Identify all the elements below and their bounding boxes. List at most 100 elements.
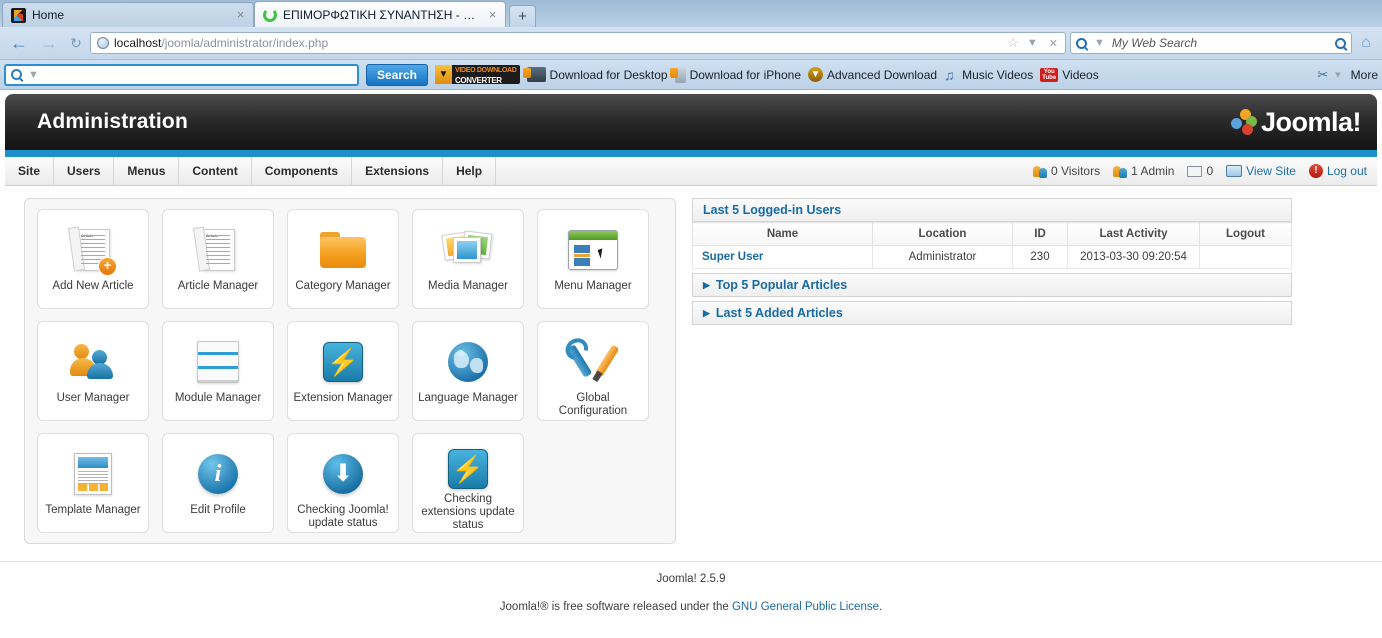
menu-item-components[interactable]: Components — [252, 157, 353, 185]
bolt-icon: ⚡ — [448, 446, 488, 491]
status-messages[interactable]: 0 — [1187, 164, 1213, 178]
gpl-license-link[interactable]: GNU General Public License — [732, 601, 879, 613]
forward-button[interactable]: → — [36, 33, 62, 54]
addon-more-button[interactable]: More — [1351, 68, 1380, 82]
addon-advanced-download[interactable]: ▼ Advanced Download — [808, 67, 937, 82]
addon-music-videos[interactable]: ♫ Music Videos — [944, 68, 1033, 82]
quickicon-module-manager[interactable]: Module Manager — [162, 321, 274, 421]
video-download-converter-logo[interactable]: ▼ VIDEO DOWNLOAD CONVERTER — [435, 65, 520, 84]
addon-label: Videos — [1062, 67, 1099, 82]
quickicon-template-manager[interactable]: Template Manager — [37, 433, 149, 533]
quickicon-global-configuration[interactable]: Global Configuration — [537, 321, 649, 421]
new-tab-button[interactable]: + — [509, 5, 536, 27]
tab-close-icon[interactable]: × — [234, 8, 247, 21]
url-text: localhost/joomla/administrator/index.php — [114, 36, 1002, 50]
menu-item-site[interactable]: Site — [5, 157, 55, 185]
browser-tab-home[interactable]: Home × — [2, 2, 254, 27]
status-view-site[interactable]: View Site — [1226, 164, 1296, 178]
column-last-activity: Last Activity — [1067, 222, 1200, 246]
addon-more-label: More — [1350, 67, 1378, 82]
cell-last-activity: 2013-03-30 09:20:54 — [1067, 245, 1200, 269]
reload-button[interactable]: ↻ — [66, 35, 86, 52]
license-line: Joomla!® is free software released under… — [0, 601, 1382, 613]
new-article-icon: Article+ — [76, 222, 117, 278]
quickicon-label: Menu Manager — [554, 280, 632, 292]
stop-loading-icon[interactable]: ✕ — [1046, 37, 1061, 50]
cell-location: Administrator — [872, 245, 1013, 269]
quickicon-media-manager[interactable]: Media Manager — [412, 209, 524, 309]
menu-item-content[interactable]: Content — [179, 157, 252, 185]
article-manager-icon: Article — [201, 222, 235, 278]
status-admins[interactable]: 1 Admin — [1113, 164, 1174, 178]
bookmark-star-icon[interactable]: ☆ — [1007, 35, 1019, 51]
quickicon-label: Category Manager — [295, 280, 391, 292]
users-icon — [70, 334, 116, 390]
column-id: ID — [1012, 222, 1068, 246]
joomla-version: Joomla! 2.5.9 — [656, 573, 726, 585]
quickicon-category-manager[interactable]: Category Manager — [287, 209, 399, 309]
module-header-popular-articles[interactable]: ▶ Top 5 Popular Articles — [692, 273, 1292, 297]
addon-videos[interactable]: You Tube Videos — [1040, 67, 1099, 82]
quickicon-edit-profile[interactable]: i Edit Profile — [162, 433, 274, 533]
cell-name[interactable]: Super User — [692, 245, 873, 269]
brand-line-2: CONVERTER — [455, 76, 502, 85]
chevron-down-icon[interactable]: ▼ — [1091, 37, 1108, 49]
chevron-down-icon[interactable]: ▼ — [1024, 37, 1041, 49]
back-button[interactable]: ← — [6, 33, 32, 54]
addon-label: Download for iPhone — [689, 67, 801, 82]
browser-search-bar[interactable]: ▼ My Web Search — [1070, 32, 1352, 54]
tab-title: ΕΠΙΜΟΡΦΩΤΙΚΗ ΣΥΝΑΝΤΗΣΗ - Ad... — [283, 7, 480, 22]
column-logout: Logout — [1199, 222, 1292, 246]
menu-item-users[interactable]: Users — [54, 157, 115, 185]
chevron-down-icon[interactable]: ▾ — [1332, 68, 1344, 81]
page-title: Administration — [37, 110, 188, 133]
tab-close-icon[interactable]: × — [486, 8, 499, 21]
loading-spinner-icon — [263, 7, 277, 22]
addon-download-for-desktop[interactable]: Download for Desktop — [522, 67, 668, 82]
menu-window-icon — [568, 222, 618, 278]
quickicon-joomla-update-status[interactable]: ⬇ Checking Joomla! update status — [287, 433, 399, 533]
quickicon-extensions-update-status[interactable]: ⚡ Checking extensions update status — [412, 433, 524, 533]
quick-icons-row: Article+ Add New Article Article Article… — [37, 209, 675, 309]
browser-tab-admin[interactable]: ΕΠΙΜΟΡΦΩΤΙΚΗ ΣΥΝΑΝΤΗΣΗ - Ad... × — [254, 1, 506, 27]
addon-tools-menu[interactable]: ✂ ▾ — [1317, 67, 1343, 83]
browser-chrome: Home × ΕΠΙΜΟΡΦΩΤΙΚΗ ΣΥΝΑΝΤΗΣΗ - Ad... × … — [0, 0, 1382, 90]
logout-icon: ! — [1308, 164, 1323, 178]
addon-search-button[interactable]: Search — [366, 63, 428, 86]
addon-search-input[interactable]: ▼ — [4, 63, 359, 86]
chevron-right-icon: ▶ — [703, 307, 710, 318]
chevron-down-icon[interactable]: ▼ — [25, 69, 42, 81]
table-header-row: Name Location ID Last Activity Logout — [692, 222, 1292, 246]
url-bar[interactable]: localhost/joomla/administrator/index.php… — [90, 32, 1066, 54]
quick-icons-row: Template Manager i Edit Profile ⬇ Checki… — [37, 433, 675, 533]
admin-status-bar: 0 Visitors 1 Admin 0 View Site ! Log out — [1023, 157, 1377, 185]
license-pre: Joomla!® is free software released under… — [499, 601, 732, 613]
quickicon-language-manager[interactable]: Language Manager — [412, 321, 524, 421]
cell-logout[interactable] — [1199, 245, 1292, 269]
quickicon-user-manager[interactable]: User Manager — [37, 321, 149, 421]
status-visitors[interactable]: 0 Visitors — [1032, 164, 1100, 178]
view-site-icon — [1226, 165, 1243, 177]
tab-strip: Home × ΕΠΙΜΟΡΦΩΤΙΚΗ ΣΥΝΑΝΤΗΣΗ - Ad... × … — [0, 0, 1382, 27]
addon-download-for-iphone[interactable]: Download for iPhone — [669, 66, 801, 83]
advanced-download-icon: ▼ — [808, 67, 823, 82]
menu-item-menus[interactable]: Menus — [114, 157, 180, 185]
admin-header: Administration Joomla! — [5, 94, 1377, 150]
joomla-admin-page: Administration Joomla! Site Users Menus … — [0, 90, 1382, 637]
dashboard-modules: Last 5 Logged-in Users Name Location ID … — [692, 198, 1292, 544]
module-header-latest-articles[interactable]: ▶ Last 5 Added Articles — [692, 301, 1292, 325]
menu-item-help[interactable]: Help — [443, 157, 497, 185]
quickicon-label: Language Manager — [418, 392, 518, 404]
search-submit-icon[interactable] — [1335, 37, 1346, 49]
status-logout[interactable]: ! Log out — [1308, 164, 1367, 178]
joomla-logo: Joomla! — [1230, 108, 1362, 136]
home-button[interactable]: ⌂ — [1356, 34, 1376, 52]
quickicon-article-manager[interactable]: Article Article Manager — [162, 209, 274, 309]
quickicon-add-new-article[interactable]: Article+ Add New Article — [37, 209, 149, 309]
quickicon-extension-manager[interactable]: ⚡ Extension Manager — [287, 321, 399, 421]
menu-item-extensions[interactable]: Extensions — [352, 157, 444, 185]
quickicon-menu-manager[interactable]: Menu Manager — [537, 209, 649, 309]
quickicon-label: Checking extensions update status — [421, 493, 515, 531]
search-placeholder: My Web Search — [1111, 36, 1198, 50]
module-header-logged-in-users[interactable]: Last 5 Logged-in Users — [692, 198, 1292, 222]
